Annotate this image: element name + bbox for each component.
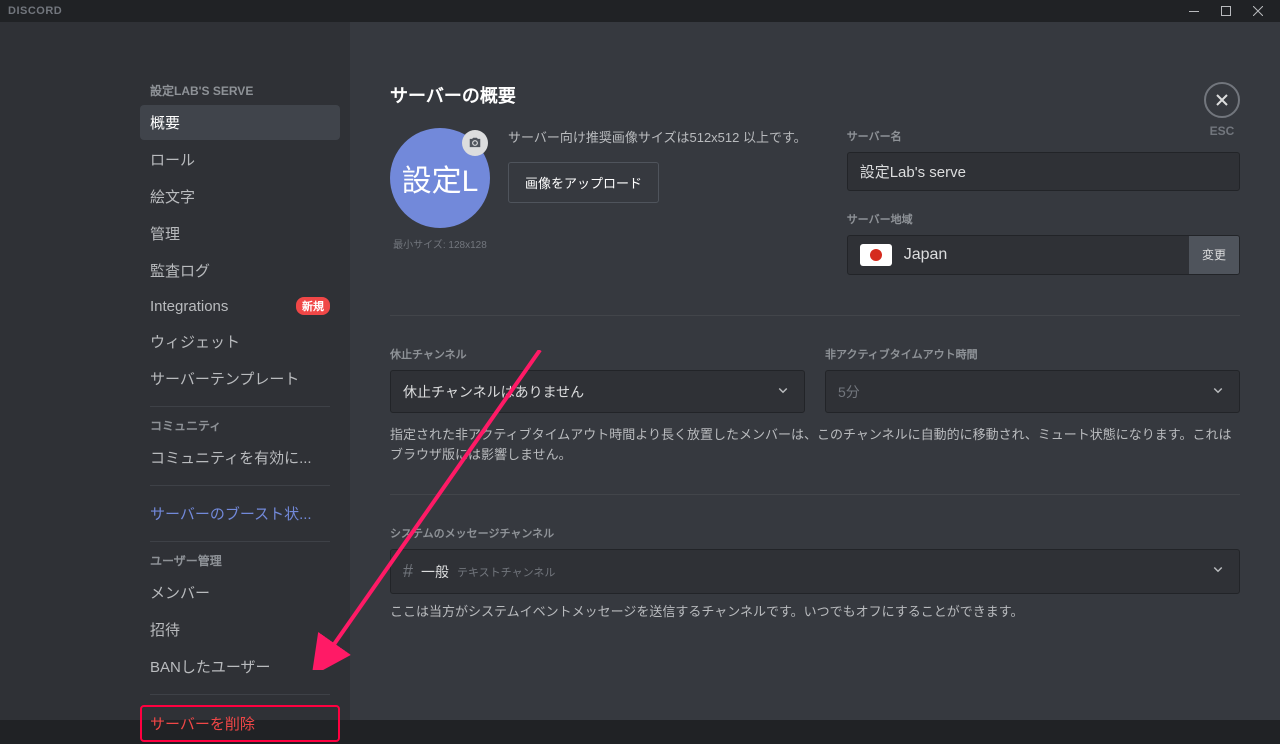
sidebar-item-label: 管理 <box>150 223 180 244</box>
server-name-label: サーバー名 <box>847 128 1240 144</box>
sidebar-item-emoji[interactable]: 絵文字 <box>140 179 340 214</box>
sidebar-header: 設定LAB'S SERVE <box>140 82 340 105</box>
upload-icon <box>462 130 488 156</box>
sidebar-item-community-enable[interactable]: コミュニティを有効に... <box>140 440 340 475</box>
afk-channel-select[interactable]: 休止チャンネルはありません <box>390 370 805 413</box>
afk-channel-value: 休止チャンネルはありません <box>403 382 584 402</box>
close-icon <box>1253 6 1263 16</box>
region-value: Japan <box>904 246 948 264</box>
system-channel-category: テキストチャンネル <box>457 564 555 580</box>
afk-timeout-label: 非アクティブタイムアウト時間 <box>825 346 1240 362</box>
sidebar-item-boost[interactable]: サーバーのブースト状... <box>140 496 340 531</box>
sidebar-item-auditlog[interactable]: 監査ログ <box>140 253 340 288</box>
afk-help-text: 指定された非アクティブタイムアウト時間より長く放置したメンバーは、このチャンネル… <box>390 425 1240 464</box>
sidebar-item-label: サーバーのブースト状... <box>150 503 312 524</box>
sidebar-item-template[interactable]: サーバーテンプレート <box>140 361 340 396</box>
window-controls <box>1180 0 1272 22</box>
sidebar-item-overview[interactable]: 概要 <box>140 105 340 140</box>
server-avatar-box[interactable]: 設定L <box>390 128 490 228</box>
divider <box>150 406 330 407</box>
page-title: サーバーの概要 <box>390 82 1240 108</box>
sidebar-item-label: 招待 <box>150 619 180 640</box>
upload-image-button[interactable]: 画像をアップロード <box>508 162 659 203</box>
sidebar-item-moderation[interactable]: 管理 <box>140 216 340 251</box>
sidebar-item-label: 概要 <box>150 112 180 133</box>
section-divider <box>390 315 1240 316</box>
sidebar-item-widget[interactable]: ウィジェット <box>140 324 340 359</box>
sidebar-item-invites[interactable]: 招待 <box>140 612 340 647</box>
server-region-label: サーバー地域 <box>847 211 1240 227</box>
maximize-icon <box>1221 6 1231 16</box>
upload-description: サーバー向け推奨画像サイズは512x512 以上です。 <box>508 128 807 148</box>
chevron-down-icon <box>1209 381 1227 402</box>
region-display: Japan <box>848 236 1189 274</box>
titlebar: DISCORD <box>0 0 1280 22</box>
region-change-button[interactable]: 変更 <box>1189 236 1239 274</box>
system-channel-help: ここは当方がシステムイベントメッセージを送信するチャンネルです。いつでもオフにす… <box>390 602 1240 622</box>
settings-content: ESC サーバーの概要 設定L 最小サイズ: 128x128 サーバー向け推奨画… <box>350 22 1280 720</box>
avatar-hint: 最小サイズ: 128x128 <box>390 236 490 251</box>
system-channel-select[interactable]: # 一般 テキストチャンネル <box>390 549 1240 594</box>
sidebar-category-users: ユーザー管理 <box>140 552 340 575</box>
sidebar-item-label: サーバーを削除 <box>150 713 255 734</box>
maximize-button[interactable] <box>1212 0 1240 22</box>
minimize-button[interactable] <box>1180 0 1208 22</box>
close-window-button[interactable] <box>1244 0 1272 22</box>
sidebar-item-label: ロール <box>150 149 195 170</box>
system-channel-label: システムのメッセージチャンネル <box>390 525 1240 541</box>
sidebar-item-label: BANしたユーザー <box>150 656 271 677</box>
sidebar-item-roles[interactable]: ロール <box>140 142 340 177</box>
afk-timeout-select[interactable]: 5分 <box>825 370 1240 413</box>
close-settings-button[interactable] <box>1204 82 1240 118</box>
sidebar-item-bans[interactable]: BANしたユーザー <box>140 649 340 684</box>
japan-flag-icon <box>860 244 892 266</box>
region-selector: Japan 変更 <box>847 235 1240 275</box>
section-divider <box>390 494 1240 495</box>
x-icon <box>1214 92 1230 108</box>
sidebar-category-community: コミュニティ <box>140 417 340 440</box>
sidebar-item-integrations[interactable]: Integrations 新規 <box>140 290 340 322</box>
afk-timeout-value: 5分 <box>838 382 860 402</box>
sidebar-item-label: コミュニティを有効に... <box>150 447 312 468</box>
close-label: ESC <box>1204 124 1240 138</box>
sidebar-item-label: 絵文字 <box>150 186 195 207</box>
sidebar-item-label: Integrations <box>150 298 228 315</box>
divider <box>150 541 330 542</box>
system-channel-value: 一般 <box>421 562 449 582</box>
settings-sidebar: 設定LAB'S SERVE 概要 ロール 絵文字 管理 監査ログ Integra… <box>0 22 350 720</box>
new-badge: 新規 <box>296 297 330 315</box>
divider <box>150 485 330 486</box>
sidebar-item-delete-server[interactable]: サーバーを削除 <box>140 705 340 742</box>
close-area: ESC <box>1204 82 1240 138</box>
chevron-down-icon <box>1209 560 1227 583</box>
sidebar-item-label: ウィジェット <box>150 331 240 352</box>
afk-channel-label: 休止チャンネル <box>390 346 805 362</box>
sidebar-item-label: サーバーテンプレート <box>150 368 299 389</box>
chevron-down-icon <box>774 381 792 402</box>
minimize-icon <box>1189 11 1199 12</box>
brand-label: DISCORD <box>8 5 62 17</box>
sidebar-item-label: メンバー <box>150 582 210 603</box>
sidebar-item-label: 監査ログ <box>150 260 210 281</box>
sidebar-item-members[interactable]: メンバー <box>140 575 340 610</box>
server-name-input[interactable] <box>847 152 1240 191</box>
hash-icon: # <box>403 561 413 582</box>
divider <box>150 694 330 695</box>
